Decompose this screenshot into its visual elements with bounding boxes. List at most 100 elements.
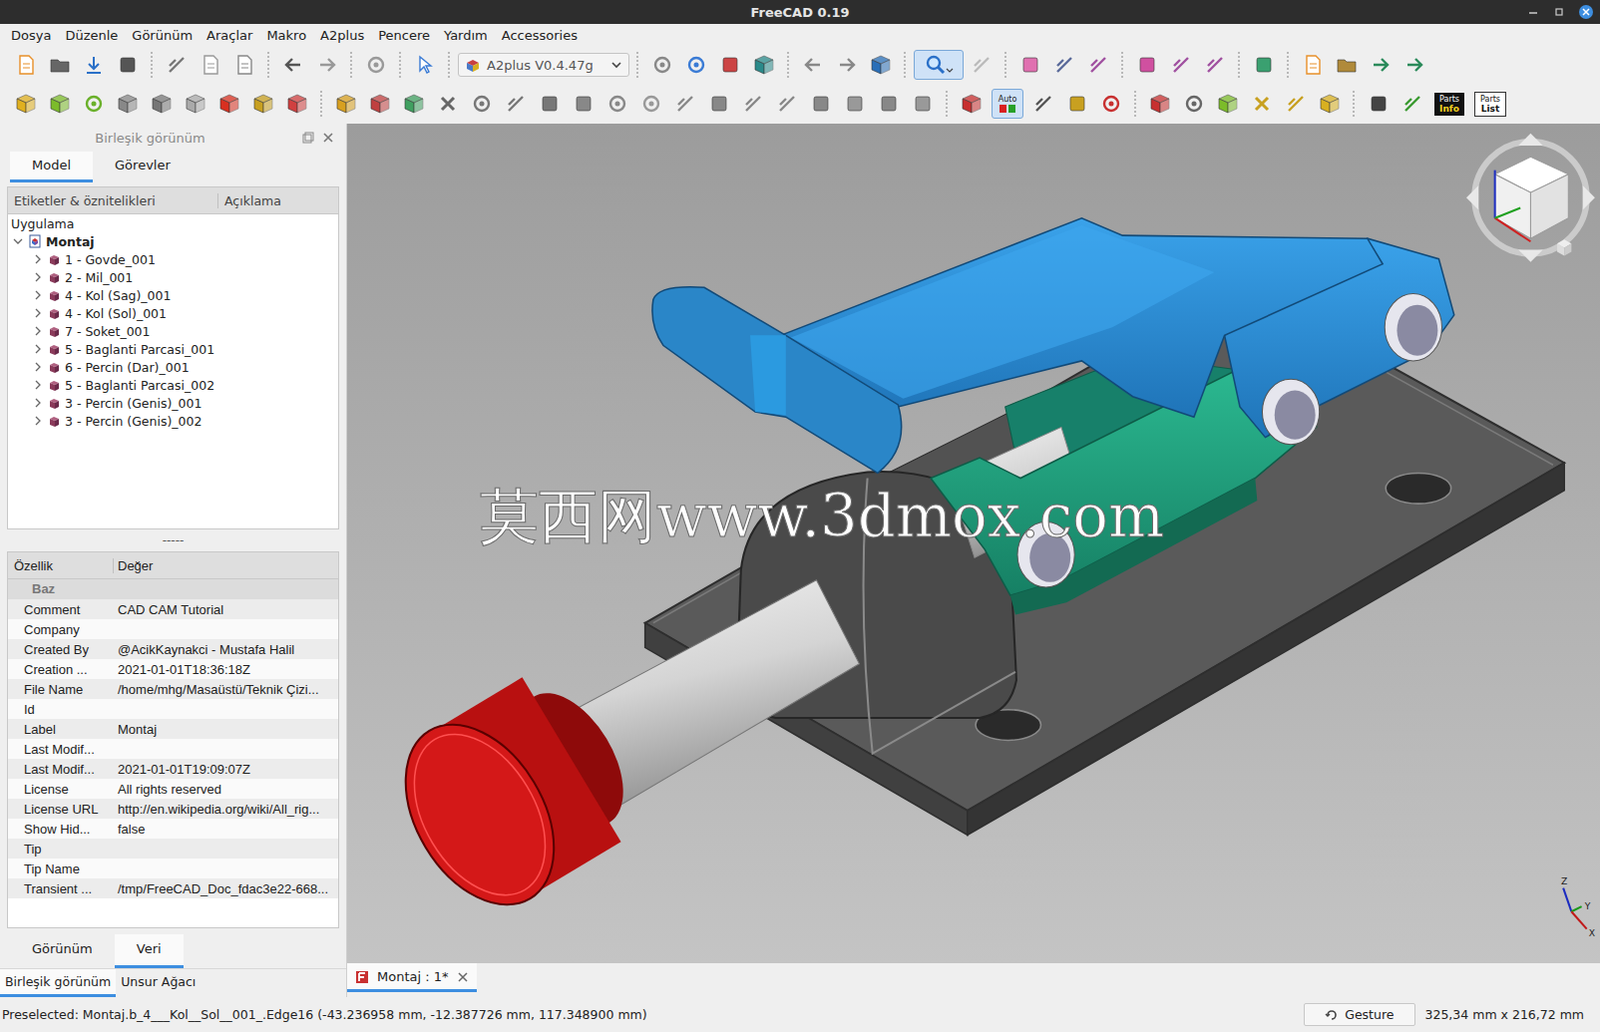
property-row[interactable]: Company: [7, 619, 339, 640]
expand-icon[interactable]: [31, 361, 44, 374]
toolbar-button[interactable]: [281, 88, 314, 119]
tree-item[interactable]: 4 - Kol (Sol)_001: [7, 304, 339, 323]
toolbar-button[interactable]: [465, 88, 498, 119]
toolbar-button[interactable]: [9, 49, 42, 80]
expand-icon[interactable]: [31, 271, 44, 284]
property-tab[interactable]: Veri: [114, 934, 184, 969]
tree-item[interactable]: 4 - Kol (Sag)_001: [7, 286, 339, 305]
toolbar-button[interactable]: [1082, 49, 1115, 80]
toolbar-button[interactable]: [43, 49, 76, 80]
toolbar-button[interactable]: [179, 88, 212, 119]
minimize-icon[interactable]: [1526, 4, 1541, 19]
toolbar-button[interactable]: [714, 49, 747, 80]
toolbar-button[interactable]: [1279, 88, 1312, 119]
toolbar-button[interactable]: [431, 88, 464, 119]
property-row[interactable]: Tip: [7, 838, 339, 859]
toolbar-button[interactable]: [247, 88, 280, 119]
tree-item[interactable]: 6 - Percin (Dar)_001: [7, 358, 339, 377]
close-icon[interactable]: [1578, 3, 1595, 20]
property-row[interactable]: Transient ... /tmp/FreeCAD_Doc_fdac3e22-…: [7, 878, 339, 899]
toolbar-button[interactable]: [1199, 49, 1231, 80]
toolbar-button[interactable]: [398, 88, 430, 119]
expand-icon[interactable]: [31, 253, 44, 266]
toolbar-button[interactable]: [213, 88, 246, 119]
property-row[interactable]: File Name /home/mhg/Masaüstü/Teknik Çizi…: [7, 679, 339, 700]
toolbar-button[interactable]: [277, 49, 310, 80]
toolbar-button[interactable]: [1027, 88, 1060, 119]
toolbar-button[interactable]: [1330, 49, 1363, 80]
toolbar-button[interactable]: [1398, 49, 1431, 80]
property-tab[interactable]: Görünüm: [9, 934, 115, 969]
panel-tab[interactable]: Unsur Ağacı: [115, 969, 201, 998]
property-row[interactable]: Comment CAD CAM Tutorial: [7, 599, 339, 620]
navigation-style-button[interactable]: Gesture: [1303, 1003, 1415, 1027]
tree-item[interactable]: 1 - Govde_001: [7, 250, 339, 269]
toolbar-button[interactable]: [703, 88, 736, 119]
toolbar-button[interactable]: [1247, 49, 1280, 80]
toolbar-button[interactable]: [1362, 88, 1395, 119]
toolbar-button[interactable]: [804, 88, 837, 119]
zoom-tool-button[interactable]: [913, 49, 964, 80]
toolbar-button[interactable]: [1364, 49, 1397, 80]
menu-item[interactable]: Yardım: [436, 27, 495, 43]
splitter[interactable]: -----: [0, 529, 347, 552]
close-tab-icon[interactable]: [456, 971, 469, 984]
toolbar-button[interactable]: [364, 88, 397, 119]
toolbar-button[interactable]: [1048, 49, 1081, 80]
property-row[interactable]: Last Modif...: [7, 739, 339, 760]
expand-icon[interactable]: [11, 235, 24, 248]
toolbar-button[interactable]: [228, 49, 261, 80]
toolbar-button[interactable]: [955, 88, 988, 119]
toolbar-button[interactable]: [771, 88, 803, 119]
combo-tab[interactable]: Görevler: [92, 151, 193, 183]
auto-recompute-button[interactable]: Auto: [991, 88, 1024, 119]
toolbar-button[interactable]: [1095, 88, 1128, 119]
toolbar-button[interactable]: [748, 49, 781, 80]
toolbar-button[interactable]: [906, 88, 939, 119]
toolbar-button[interactable]: [601, 88, 634, 119]
expand-icon[interactable]: [31, 307, 44, 320]
menu-item[interactable]: Düzenle: [57, 27, 125, 43]
expand-icon[interactable]: [31, 414, 44, 427]
toolbar-button[interactable]: [77, 88, 110, 119]
tree-item[interactable]: 3 - Percin (Genis)_001: [7, 394, 339, 412]
toolbar-button[interactable]: [533, 88, 566, 119]
knob[interactable]: [375, 655, 658, 932]
menu-item[interactable]: Dosya: [3, 27, 58, 43]
close-panel-icon[interactable]: [322, 131, 335, 144]
toolbar-button[interactable]: [567, 88, 600, 119]
toolbar-button[interactable]: [669, 88, 702, 119]
toolbar-button[interactable]: [1014, 49, 1047, 80]
toolbar-button[interactable]: [1313, 88, 1346, 119]
toolbar-button[interactable]: [499, 88, 532, 119]
toolbar-button[interactable]: [408, 49, 441, 80]
menu-item[interactable]: Makro: [259, 27, 314, 43]
toolbar-button[interactable]: [43, 88, 76, 119]
toolbar-button[interactable]: [830, 49, 863, 80]
parts-info-button[interactable]: PartsInfo: [1434, 92, 1465, 116]
toolbar-button[interactable]: [1144, 88, 1177, 119]
expand-icon[interactable]: [31, 289, 44, 302]
panel-tab[interactable]: Birleşik görünüm: [0, 969, 116, 998]
menu-item[interactable]: A2plus: [313, 27, 372, 43]
workbench-dropdown[interactable]: A2plus V0.4.47g: [457, 52, 630, 77]
toolbar-button[interactable]: [1131, 49, 1164, 80]
tree-item[interactable]: 3 - Percin (Genis)_002: [7, 411, 339, 430]
property-row[interactable]: Last Modif... 2021-01-01T19:09:07Z: [7, 759, 339, 780]
toolbar-button[interactable]: [737, 88, 770, 119]
menu-item[interactable]: Görünüm: [124, 27, 200, 43]
toolbar-button[interactable]: [111, 49, 144, 80]
property-row[interactable]: Creation ... 2021-01-01T18:36:18Z: [7, 659, 339, 680]
expand-icon[interactable]: [31, 379, 44, 392]
tree-item[interactable]: 2 - Mil_001: [7, 268, 339, 287]
expand-icon[interactable]: [31, 325, 44, 338]
toolbar-button[interactable]: [194, 49, 227, 80]
toolbar-button[interactable]: [311, 49, 344, 80]
toolbar-button[interactable]: [797, 49, 829, 80]
parts-list-button[interactable]: PartsList: [1474, 91, 1507, 117]
toolbar-button[interactable]: [1296, 49, 1329, 80]
toolbar-button[interactable]: [646, 49, 679, 80]
expand-icon[interactable]: [31, 343, 44, 356]
toolbar-button[interactable]: [1165, 49, 1198, 80]
toolbar-button[interactable]: [680, 49, 713, 80]
